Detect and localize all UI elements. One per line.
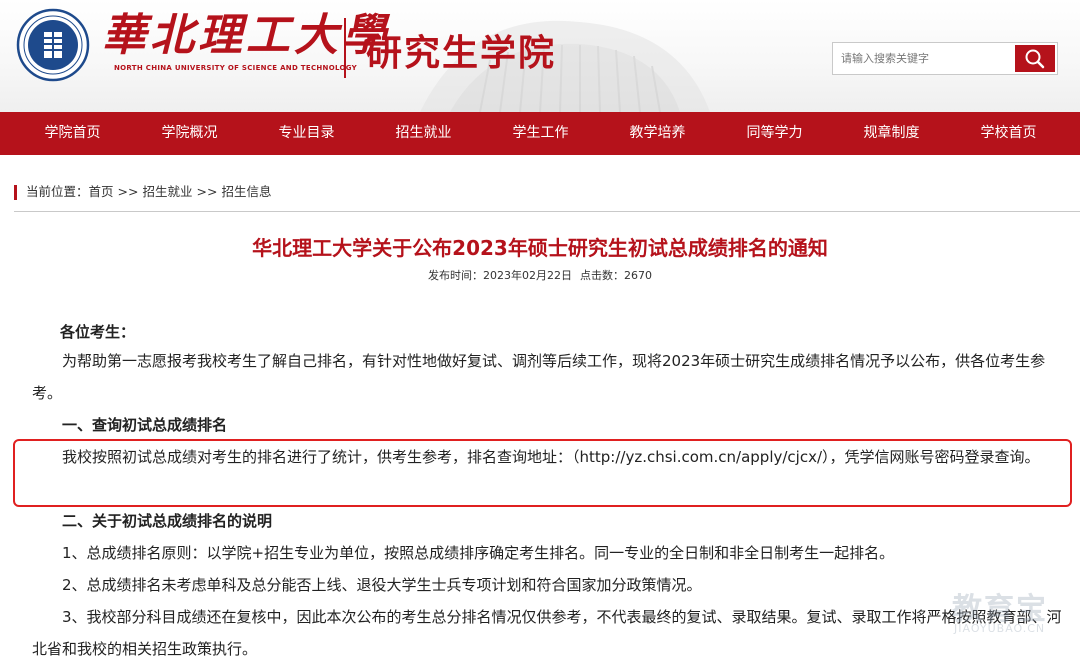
nav-item-equivalent-degree[interactable]: 同等学力 xyxy=(716,112,833,155)
breadcrumb-separator: >> xyxy=(196,184,218,199)
article-paragraph-query: 我校按照初试总成绩对考生的排名进行了统计，供考生参考，排名查询地址：（http:… xyxy=(62,448,1040,466)
click-count: 点击数：2670 xyxy=(580,269,652,282)
logo-divider xyxy=(344,18,346,78)
nav-item-teaching[interactable]: 教学培养 xyxy=(599,112,716,155)
breadcrumb-marker xyxy=(14,184,17,200)
nav-item-home[interactable]: 学院首页 xyxy=(14,112,131,155)
search-box xyxy=(832,42,1058,75)
nav-item-overview[interactable]: 学院概况 xyxy=(131,112,248,155)
watermark: 教育宝 JIAOYUBAO.CN xyxy=(952,584,1072,640)
section-heading-query: 一、查询初试总成绩排名 xyxy=(62,416,228,434)
watermark-en: JIAOYUBAO.CN xyxy=(954,622,1046,635)
main-nav: 学院首页 学院概况 专业目录 招生就业 学生工作 教学培养 同等学力 规章制度 … xyxy=(0,112,1080,155)
school-name-cn: 華北理工大學 xyxy=(102,10,390,61)
nav-item-regulations[interactable]: 规章制度 xyxy=(833,112,950,155)
article-paragraph-intro: 为帮助第一志愿报考我校考生了解自己排名，有针对性地做好复试、调剂等后续工作，现将… xyxy=(32,352,1046,402)
university-seal-icon xyxy=(16,8,90,82)
site-header: 華北理工大學 NORTH CHINA UNIVERSITY OF SCIENCE… xyxy=(0,0,1080,112)
article-paragraph-note-2: 2、总成绩排名未考虑单科及总分能否上线、退役大学生士兵专项计划和符合国家加分政策… xyxy=(62,576,702,594)
search-input[interactable] xyxy=(833,43,1015,74)
breadcrumb: 当前位置： 首页 >> 招生就业 >> 招生信息 xyxy=(14,182,271,202)
section-heading-notes: 二、关于初试总成绩排名的说明 xyxy=(62,512,273,530)
article-greeting: 各位考生： xyxy=(60,323,136,341)
nav-list: 学院首页 学院概况 专业目录 招生就业 学生工作 教学培养 同等学力 规章制度 … xyxy=(0,112,1080,155)
school-name-en: NORTH CHINA UNIVERSITY OF SCIENCE AND TE… xyxy=(114,64,357,72)
breadcrumb-prefix: 当前位置： xyxy=(26,184,89,199)
publish-time: 发布时间：2023年02月22日 xyxy=(428,269,572,282)
article-paragraph-note-1: 1、总成绩排名原则：以学院+招生专业为单位，按照总成绩排序确定考生排名。同一专业… xyxy=(62,544,895,562)
nav-item-admissions[interactable]: 招生就业 xyxy=(365,112,482,155)
search-button[interactable] xyxy=(1015,45,1055,72)
breadcrumb-link-admissions[interactable]: 招生就业 xyxy=(142,182,192,202)
breadcrumb-link-home[interactable]: 首页 xyxy=(89,182,114,202)
breadcrumb-link-admission-info[interactable]: 招生信息 xyxy=(221,182,271,202)
department-name: 研究生学院 xyxy=(366,32,557,74)
article-paragraph-note-3: 3、我校部分科目成绩还在复核中，因此本次公布的考生总分排名情况仅供参考，不代表最… xyxy=(32,608,1062,658)
nav-item-student-affairs[interactable]: 学生工作 xyxy=(482,112,599,155)
breadcrumb-divider xyxy=(14,211,1080,212)
breadcrumb-separator: >> xyxy=(117,184,139,199)
nav-item-university-home[interactable]: 学校首页 xyxy=(950,112,1067,155)
article-title: 华北理工大学关于公布2023年硕士研究生初试总成绩排名的通知 xyxy=(252,236,828,260)
search-icon xyxy=(1025,49,1045,69)
article-meta: 发布时间：2023年02月22日 点击数：2670 xyxy=(0,267,1080,283)
nav-item-programs[interactable]: 专业目录 xyxy=(248,112,365,155)
